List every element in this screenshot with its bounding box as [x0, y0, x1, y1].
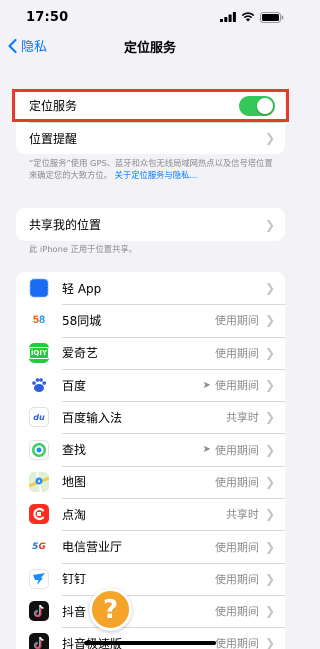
location-alerts-row[interactable]: 位置提醒 ❯	[16, 122, 285, 154]
share-location-label: 共享我的位置	[29, 218, 102, 232]
chevron-right-icon: ❯	[264, 131, 275, 145]
find-my-icon	[29, 439, 49, 460]
help-float-button[interactable]: ?	[89, 588, 132, 631]
app-list: 轻 App ❯ 58 58同城 使用期间 ❯ iQIY 爱奇艺 使用期间 ❯ 百…	[16, 272, 285, 649]
wifi-icon	[241, 12, 255, 22]
location-services-group: 定位服务 位置提醒 ❯	[16, 89, 285, 154]
list-item[interactable]: 抖音 使用期间 ❯	[16, 594, 285, 627]
chevron-right-icon: ❯	[264, 571, 275, 586]
status-icons	[220, 11, 284, 23]
status-bar: 17:50	[0, 0, 300, 34]
chevron-right-icon: ❯	[264, 474, 275, 489]
dingtalk-icon	[29, 568, 49, 589]
share-location-note: 此 iPhone 正用于位置共享。	[29, 244, 137, 254]
chevron-right-icon: ❯	[264, 345, 275, 360]
location-services-toggle[interactable]	[239, 95, 275, 116]
app-name: 轻 App	[62, 281, 102, 296]
chevron-right-icon: ❯	[264, 313, 275, 328]
app-permission: ➤ 使用期间	[203, 377, 259, 393]
app-name: 钉钉	[62, 572, 87, 587]
douyin-lite-icon	[29, 633, 49, 649]
permission-text: 使用期间	[214, 379, 259, 393]
list-item[interactable]: 5G 电信营业厅 使用期间 ❯	[16, 530, 285, 562]
list-item[interactable]: iQIY 爱奇艺 使用期间 ❯	[16, 336, 285, 369]
share-location-group: 共享我的位置 ❯	[16, 208, 285, 241]
app-name: 点淘	[62, 507, 87, 522]
app-permission: 使用期间	[214, 346, 259, 360]
light-app-icon	[29, 278, 49, 299]
chevron-right-icon: ❯	[264, 636, 275, 649]
chevron-right-icon: ❯	[264, 539, 275, 554]
list-item[interactable]: 钉钉 使用期间 ❯	[16, 562, 285, 595]
toggle-knob	[257, 97, 273, 114]
chevron-right-icon: ❯	[264, 281, 275, 296]
maps-icon	[29, 471, 49, 492]
location-alerts-label: 位置提醒	[29, 131, 78, 146]
status-time: 17:50	[26, 9, 69, 25]
app-permission: 使用期间	[214, 637, 259, 649]
list-item[interactable]: 抖音极速版 使用期间 ❯	[16, 627, 285, 649]
app-name: 地图	[62, 475, 87, 490]
app-name: 抖音	[62, 604, 87, 619]
app-name: 查找	[62, 443, 87, 458]
nav-bar: 隐私 定位服务	[0, 34, 300, 60]
app-name: 爱奇艺	[62, 346, 99, 361]
list-item[interactable]: 点淘 共享时 ❯	[16, 498, 285, 530]
permission-text: 使用期间	[214, 443, 259, 457]
diantao-icon	[29, 504, 49, 525]
app-permission: 使用期间	[214, 314, 259, 328]
app-permission: 使用期间	[214, 605, 259, 619]
app-permission: 使用期间	[214, 540, 259, 554]
app-permission: 使用期间	[214, 572, 259, 586]
list-item[interactable]: 58 58同城 使用期间 ❯	[16, 304, 285, 336]
baidu-ime-icon: du	[29, 407, 49, 428]
list-item[interactable]: 百度 ➤ 使用期间 ❯	[16, 368, 285, 401]
location-arrow-icon: ➤	[202, 379, 211, 391]
page-title: 定位服务	[123, 41, 176, 56]
location-services-label: 定位服务	[29, 99, 78, 113]
app-name: 58同城	[62, 313, 102, 328]
chevron-right-icon: ❯	[264, 507, 275, 522]
app-name: 百度	[62, 378, 87, 393]
cellular-signal-icon	[220, 12, 236, 22]
app-permission: 共享时	[225, 508, 259, 522]
list-item[interactable]: 地图 使用期间 ❯	[16, 465, 285, 498]
douyin-icon	[29, 601, 49, 622]
battery-icon	[260, 11, 284, 23]
chevron-right-icon: ❯	[264, 442, 275, 457]
5g-telecom-icon: 5G	[29, 536, 49, 557]
location-services-row[interactable]: 定位服务	[16, 89, 285, 122]
list-item[interactable]: 轻 App ❯	[16, 272, 285, 304]
privacy-link[interactable]: 关于定位服务与隐私...	[115, 170, 198, 180]
app-name: 百度输入法	[62, 410, 123, 425]
chevron-right-icon: ❯	[264, 604, 275, 619]
location-arrow-icon: ➤	[202, 444, 211, 456]
list-item[interactable]: 查找 ➤ 使用期间 ❯	[16, 433, 285, 465]
iqiyi-icon: iQIY	[29, 342, 49, 363]
chevron-right-icon: ❯	[264, 217, 275, 232]
chevron-right-icon: ❯	[264, 410, 275, 425]
home-indicator[interactable]	[84, 641, 216, 645]
list-item[interactable]: du 百度输入法 共享时 ❯	[16, 401, 285, 433]
baidu-icon	[29, 375, 49, 396]
app-permission: 使用期间	[214, 475, 259, 489]
app-permission: ➤ 使用期间	[203, 442, 259, 458]
chevron-right-icon: ❯	[264, 378, 275, 393]
location-footnote: “定位服务”使用 GPS、蓝牙和众包无线局域网热点以及信号塔位置来确定您的大致方…	[29, 157, 279, 181]
58-icon: 58	[29, 310, 49, 331]
question-mark-icon: ?	[102, 594, 119, 625]
app-permission: 共享时	[225, 411, 259, 425]
share-location-row[interactable]: 共享我的位置 ❯	[16, 208, 285, 241]
app-name: 电信营业厅	[62, 540, 123, 555]
